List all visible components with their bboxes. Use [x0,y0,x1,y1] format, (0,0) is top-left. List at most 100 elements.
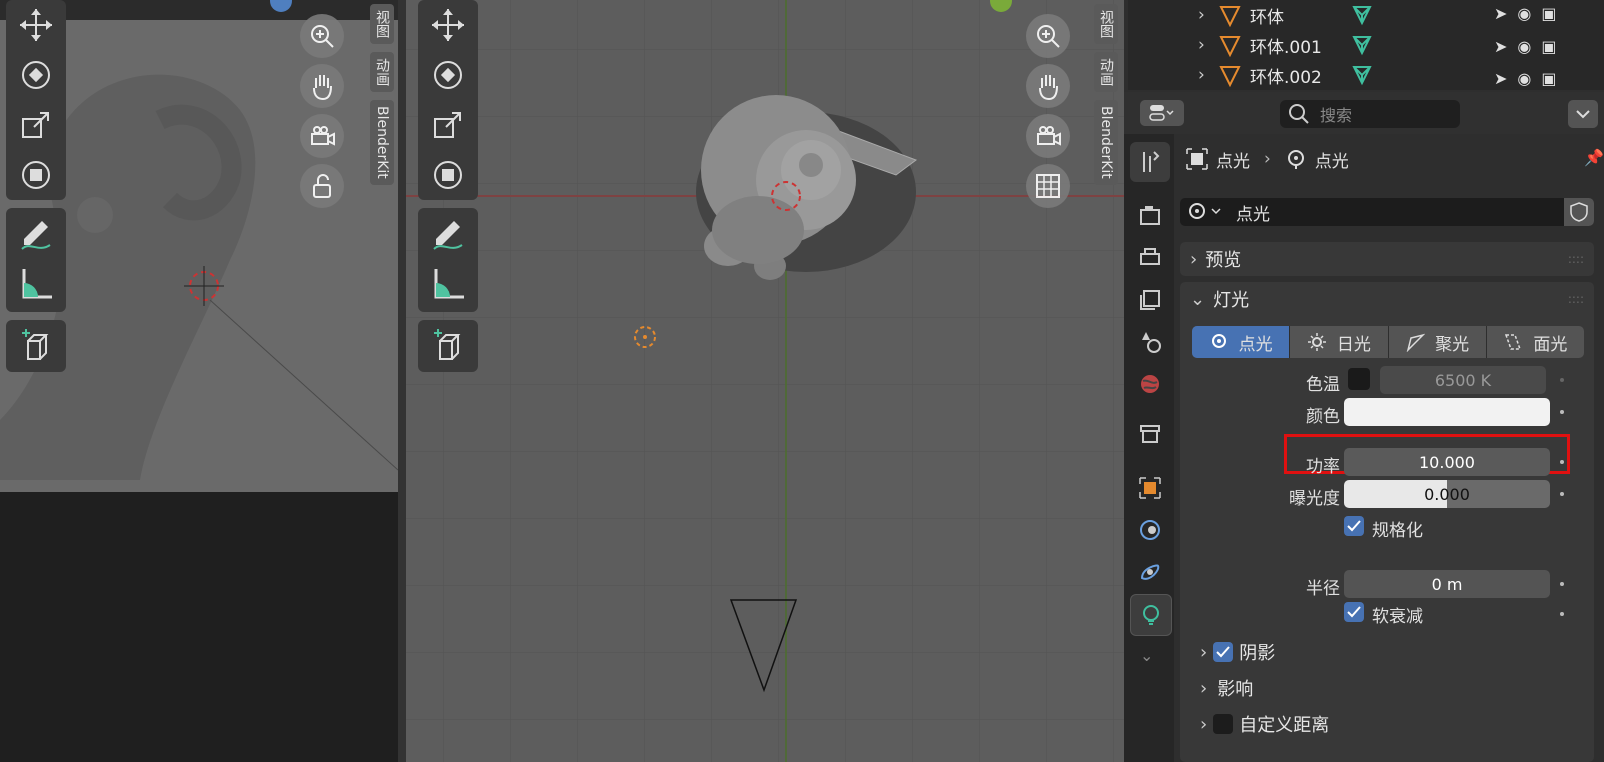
exposure-field[interactable]: 0.000 [1344,480,1550,508]
main-viewport[interactable]: 视图 动画 BlenderKit [406,0,1124,762]
normalize-checkbox[interactable] [1344,516,1364,536]
fake-user-button[interactable] [1564,198,1594,226]
subpanel-custom-distance[interactable]: › 自定义距离 [1200,710,1329,738]
tab-blenderkit[interactable]: BlenderKit [1094,100,1118,185]
color-field[interactable] [1344,398,1550,426]
tab-light-data[interactable] [1130,594,1172,636]
tab-physics[interactable] [1130,510,1170,550]
keyframe-dot[interactable] [1560,410,1564,414]
pan-button[interactable] [1026,64,1070,108]
tab-render[interactable] [1130,196,1170,236]
eye-icon[interactable]: ◉ [1517,37,1531,56]
toolbar-add [6,320,66,372]
editor-type-button[interactable] [1140,100,1184,126]
pencil-icon [21,221,51,250]
tab-world[interactable] [1130,364,1170,404]
light-type-area[interactable]: 面光 [1485,326,1584,358]
tab-view-layer[interactable] [1130,280,1170,320]
select-arrow-icon[interactable]: ➤ [1494,37,1507,56]
light-bulb-icon [1143,605,1159,625]
add-cube-tool[interactable] [10,320,62,370]
camera-view-button[interactable] [1026,114,1070,158]
subpanel-shadow[interactable]: › 阴影 [1200,638,1275,666]
radius-field[interactable]: 0 m [1344,570,1550,598]
zoom-button[interactable] [1026,14,1070,58]
light-type-sun[interactable]: 日光 [1289,326,1387,358]
eye-icon[interactable]: ◉ [1517,4,1531,23]
lock-view-button[interactable] [300,164,344,208]
section-light-header[interactable]: ⌄ 灯光 :::: [1180,282,1594,316]
keyframe-dot[interactable] [1560,612,1564,616]
rotate-tool[interactable] [10,50,62,100]
camera-view-button[interactable] [300,114,344,158]
tab-constraints[interactable] [1130,552,1170,592]
image-stack-icon [1140,290,1160,310]
temperature-color-swatch[interactable] [1348,368,1370,390]
transform-tool[interactable] [10,150,62,200]
tab-view[interactable]: 视图 [370,4,394,44]
pin-icon[interactable]: 📌 [1584,148,1604,167]
ortho-toggle-button[interactable] [1026,164,1070,208]
shadow-checkbox[interactable] [1213,642,1234,662]
light-type-point[interactable]: 点光 [1192,326,1290,358]
render-camera-icon[interactable]: ▣ [1541,4,1556,23]
keyframe-dot[interactable] [1560,582,1564,586]
search-placeholder: 搜索 [1320,106,1353,125]
tab-blenderkit[interactable]: BlenderKit [370,100,394,185]
annotate-tool[interactable] [422,208,474,258]
exposure-label: 曝光度 [1289,489,1340,509]
power-field[interactable]: 10.000 [1344,448,1550,476]
left-viewport[interactable]: 视图 动画 BlenderKit [0,0,398,762]
light-type-spot[interactable]: 聚光 [1387,326,1486,358]
tab-tool[interactable] [1130,142,1170,182]
select-arrow-icon[interactable]: ➤ [1494,4,1507,23]
keyframe-dot[interactable] [1560,492,1564,496]
temperature-field[interactable]: 6500 K [1380,366,1546,394]
properties-editor-icon [1149,105,1174,121]
tab-object[interactable] [1130,468,1170,508]
soft-falloff-checkbox[interactable] [1344,602,1364,622]
more-tabs-chevron-icon[interactable]: ⌄ [1140,646,1153,665]
render-camera-icon[interactable]: ▣ [1541,37,1556,56]
eye-icon[interactable]: ◉ [1517,69,1531,88]
expand-icon[interactable]: › [1198,5,1218,25]
drag-handle-icon[interactable]: :::: [1568,252,1584,266]
measure-tool[interactable] [422,258,474,308]
tab-collection[interactable] [1130,414,1170,454]
zoom-button[interactable] [300,14,344,58]
subpanel-influence[interactable]: › 影响 [1200,674,1253,702]
move-tool[interactable] [10,0,62,50]
transform-tool[interactable] [422,150,474,200]
sun-icon [1307,333,1326,351]
properties-content: 点光 › 点光 📌 点光 › 预览 :::: ⌄ 灯光 :::: 点光 日光 聚… [1174,134,1604,762]
tab-scene[interactable] [1130,322,1170,362]
row-toggles: ➤ ◉ ▣ [1494,69,1604,88]
tab-animation[interactable]: 动画 [370,52,394,92]
keyframe-dot[interactable] [1560,378,1564,382]
measure-tool[interactable] [10,258,62,308]
keyframe-dot[interactable] [1560,460,1564,464]
expand-icon[interactable]: › [1198,35,1218,55]
light-datablock-selector[interactable]: 点光 [1180,198,1594,226]
drag-handle-icon[interactable]: :::: [1568,292,1584,306]
pan-button[interactable] [300,64,344,108]
render-camera-icon[interactable]: ▣ [1541,69,1556,88]
rotate-tool[interactable] [422,50,474,100]
tab-output[interactable] [1130,238,1170,278]
move-tool[interactable] [422,0,474,50]
annotate-tool[interactable] [10,208,62,258]
tab-animation[interactable]: 动画 [1094,52,1118,92]
select-arrow-icon[interactable]: ➤ [1494,69,1507,88]
tab-view[interactable]: 视图 [1094,4,1118,44]
scale-tool[interactable] [422,100,474,150]
search-field[interactable]: 搜索 [1280,100,1460,128]
section-preview[interactable]: › 预览 :::: [1180,242,1594,276]
expand-icon[interactable]: › [1198,65,1218,85]
custom-distance-checkbox[interactable] [1213,714,1234,734]
add-cube-tool[interactable] [422,320,474,370]
ruler-icon [22,269,52,299]
area-splitter[interactable] [398,0,406,762]
options-dropdown[interactable] [1568,100,1598,128]
datablock-name[interactable]: 点光 [1236,200,1270,225]
scale-tool[interactable] [10,100,62,150]
